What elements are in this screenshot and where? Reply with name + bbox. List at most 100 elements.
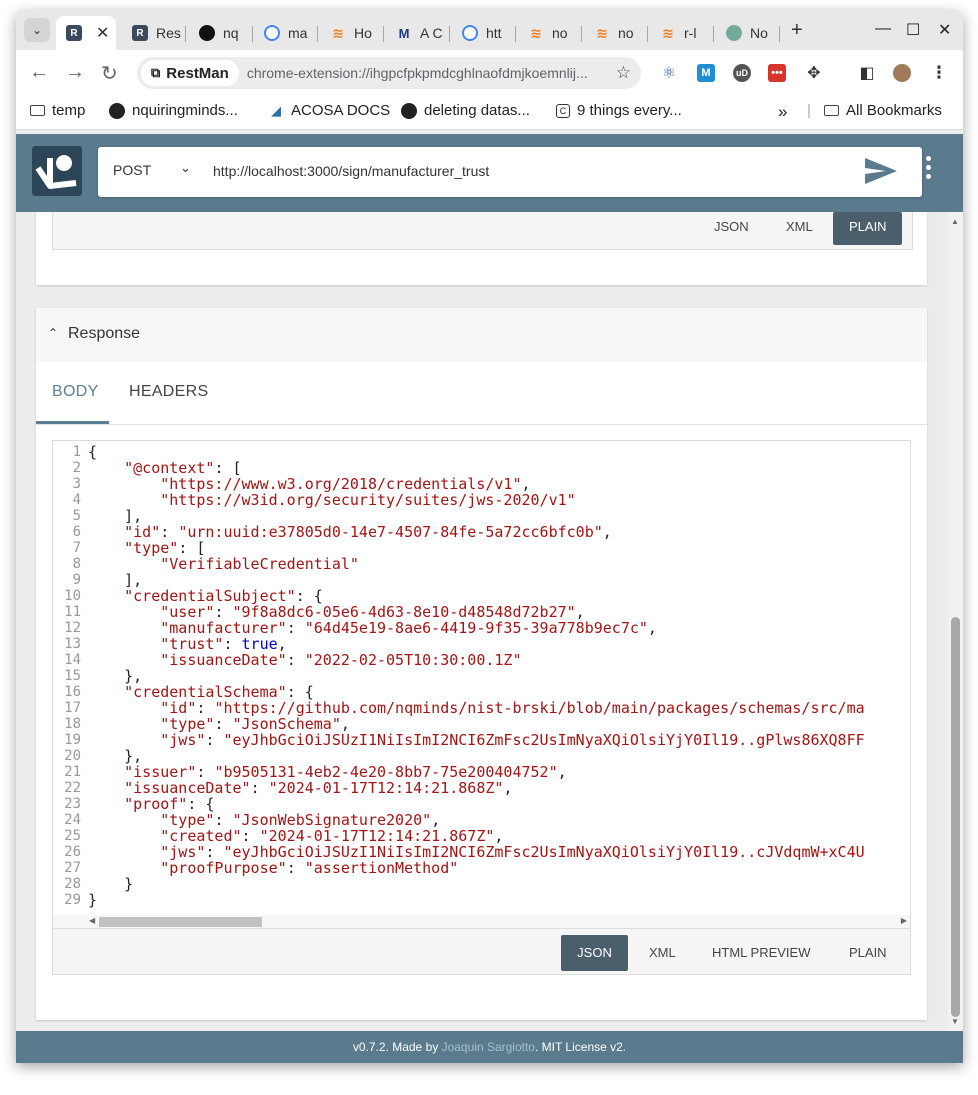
request-format-json[interactable]: JSON bbox=[698, 212, 765, 245]
code-line: ], bbox=[88, 571, 143, 589]
request-format-xml[interactable]: XML bbox=[770, 212, 829, 245]
page-scroll-thumb[interactable] bbox=[951, 617, 960, 1017]
line-number: 22 bbox=[64, 780, 81, 796]
all-bookmarks[interactable]: All Bookmarks bbox=[824, 102, 942, 119]
bookmark-item[interactable]: deleting datas... bbox=[401, 102, 530, 119]
line-number: 29 bbox=[64, 892, 81, 908]
browser-tab[interactable]: nq bbox=[189, 16, 253, 50]
bookmark-item[interactable]: ◢ ACOSA DOCS bbox=[268, 102, 390, 119]
request-body-card: JSON XML PLAIN bbox=[36, 212, 927, 285]
line-number: 18 bbox=[64, 716, 81, 732]
response-format-html-preview[interactable]: HTML PREVIEW bbox=[696, 935, 826, 971]
horizontal-scrollbar[interactable]: ◀ ▶ bbox=[89, 916, 907, 928]
horizontal-scroll-thumb[interactable] bbox=[99, 917, 262, 927]
response-header[interactable]: ⌃ Response bbox=[36, 308, 927, 362]
browser-tab[interactable]: No bbox=[716, 16, 780, 50]
request-format-bar: JSON XML PLAIN bbox=[52, 212, 913, 250]
more-menu-icon[interactable]: ⋮ bbox=[930, 63, 948, 82]
tab-body[interactable]: BODY bbox=[52, 383, 99, 401]
line-number: 15 bbox=[64, 668, 81, 684]
response-body-editor[interactable]: 1 2 3 4 5 6 7 8 9 10 11 12 13 14 15 16 17 18 19 20 21 22 23 24 2… bbox=[53, 441, 910, 915]
line-number: 10 bbox=[64, 588, 81, 604]
minimize-icon[interactable]: — bbox=[875, 20, 891, 38]
method-select[interactable]: POST bbox=[113, 162, 151, 178]
back-icon[interactable]: ← bbox=[29, 61, 49, 84]
scroll-up-icon[interactable]: ▲ bbox=[951, 217, 959, 226]
line-number: 2 bbox=[72, 460, 81, 476]
bookmarks-bar: temp nquiringminds... ◢ ACOSA DOCS delet… bbox=[16, 96, 963, 130]
chevron-down-icon[interactable]: ⌄ bbox=[180, 160, 191, 176]
code-line: "user": "9f8a8dc6-05e6-4d63-8e10-d48548d… bbox=[160, 603, 585, 621]
browser-tab[interactable]: htt bbox=[452, 16, 516, 50]
code-line: "proof": { bbox=[124, 795, 215, 813]
tab-search-button[interactable]: ⌄ bbox=[24, 18, 50, 42]
scroll-left-icon[interactable]: ◀ bbox=[89, 916, 95, 925]
browser-tab[interactable]: ≋ r-l bbox=[650, 16, 714, 50]
bookmark-item[interactable]: C 9 things every... bbox=[556, 102, 682, 119]
code-line: "VerifiableCredential" bbox=[160, 555, 359, 573]
browser-tab[interactable]: M A C bbox=[386, 16, 450, 50]
line-number: 13 bbox=[64, 636, 81, 652]
folder-icon bbox=[30, 105, 45, 116]
tab-title: No bbox=[750, 25, 768, 41]
scroll-down-icon[interactable]: ▼ bbox=[951, 1017, 959, 1026]
site-chip-label: RestMan bbox=[166, 64, 229, 82]
page-scrollbar[interactable]: ▲ ▼ bbox=[948, 212, 963, 1031]
browser-tab[interactable]: ≋ no bbox=[518, 16, 582, 50]
tab-title: ma bbox=[288, 25, 308, 41]
app-footer: v0.7.2. Made by Joaquin Sargiotto. MIT L… bbox=[16, 1031, 963, 1063]
browser-tab[interactable]: R Res bbox=[122, 16, 186, 50]
avatar[interactable] bbox=[893, 64, 911, 82]
chevron-up-icon[interactable]: ⌃ bbox=[48, 326, 58, 340]
line-number: 7 bbox=[72, 540, 81, 556]
code-line: "id": "urn:uuid:e37805d0-14e7-4507-84fe-… bbox=[124, 523, 612, 541]
bookmark-item[interactable]: nquiringminds... bbox=[109, 102, 238, 119]
scroll-right-icon[interactable]: ▶ bbox=[901, 916, 907, 925]
line-number: 9 bbox=[72, 572, 81, 588]
author-link[interactable]: Joaquin Sargiotto bbox=[442, 1040, 535, 1054]
browser-tab[interactable]: ≋ Ho bbox=[320, 16, 384, 50]
bookmarks-divider: | bbox=[807, 102, 811, 119]
bookmarks-overflow-button[interactable]: » bbox=[778, 102, 787, 122]
site-info-chip[interactable]: ⧉ RestMan bbox=[141, 60, 239, 86]
code-line: "type": "JsonSchema", bbox=[160, 715, 350, 733]
send-icon[interactable] bbox=[864, 157, 898, 190]
response-format-plain[interactable]: PLAIN bbox=[833, 935, 903, 971]
reload-icon[interactable]: ↻ bbox=[101, 61, 118, 86]
bookmark-star-icon[interactable]: ☆ bbox=[616, 63, 631, 83]
tab-title: no bbox=[618, 25, 634, 41]
bookmark-label: All Bookmarks bbox=[846, 102, 942, 119]
extensions-puzzle-icon[interactable]: ✥ bbox=[805, 64, 823, 82]
tab-title: nq bbox=[223, 25, 239, 41]
ublock-icon[interactable]: uD bbox=[733, 64, 751, 82]
line-number: 6 bbox=[72, 524, 81, 540]
browser-tab[interactable]: ma bbox=[254, 16, 318, 50]
m-extension-icon[interactable]: M bbox=[697, 64, 715, 82]
code-line: } bbox=[88, 875, 134, 893]
response-format-json[interactable]: JSON bbox=[561, 935, 628, 971]
response-tabs: BODY HEADERS bbox=[36, 362, 927, 425]
close-icon[interactable]: ✕ bbox=[96, 23, 109, 43]
close-window-icon[interactable]: ✕ bbox=[938, 20, 951, 40]
stackoverflow-icon: ≋ bbox=[662, 24, 674, 41]
bookmark-temp[interactable]: temp bbox=[30, 102, 85, 119]
browser-tab-active[interactable]: R ✕ bbox=[56, 16, 116, 50]
response-format-xml[interactable]: XML bbox=[633, 935, 692, 971]
response-editor-container: 1 2 3 4 5 6 7 8 9 10 11 12 13 14 15 16 17 18 19 20 21 22 23 24 2… bbox=[52, 440, 911, 975]
side-panel-icon[interactable]: ◧ bbox=[858, 64, 876, 82]
request-url-input[interactable]: http://localhost:3000/sign/manufacturer_… bbox=[213, 163, 489, 179]
react-devtools-icon[interactable]: ⚛ bbox=[660, 64, 678, 82]
address-bar[interactable]: ⧉ RestMan chrome-extension://ihgpcfpkpmd… bbox=[137, 57, 641, 89]
google-icon bbox=[264, 25, 280, 41]
google-icon bbox=[462, 25, 478, 41]
line-number: 1 bbox=[72, 444, 81, 460]
request-format-plain[interactable]: PLAIN bbox=[833, 212, 902, 245]
forward-icon[interactable]: → bbox=[65, 61, 85, 84]
red-extension-icon[interactable]: ••• bbox=[768, 64, 786, 82]
tab-headers[interactable]: HEADERS bbox=[129, 383, 208, 401]
new-tab-button[interactable]: + bbox=[791, 19, 803, 42]
maximize-icon[interactable]: ☐ bbox=[906, 20, 920, 40]
app-menu-icon[interactable] bbox=[922, 156, 934, 183]
browser-tab[interactable]: ≋ no bbox=[584, 16, 648, 50]
request-bar: POST ⌄ http://localhost:3000/sign/manufa… bbox=[98, 147, 922, 197]
